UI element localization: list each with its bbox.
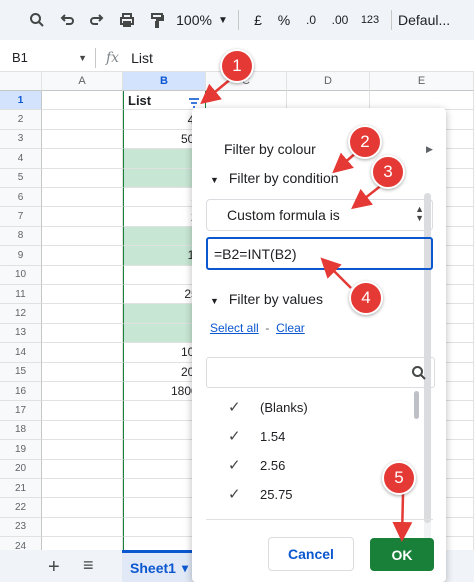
- annotation-arrows: [200, 77, 413, 542]
- annotation-arrow: [392, 493, 413, 542]
- annotation-arrow: [320, 257, 352, 289]
- annotation-badge: 4: [349, 281, 383, 315]
- annotation-badge: 3: [371, 155, 405, 189]
- annotation-badge: 1: [220, 49, 254, 83]
- annotation-badge: 5: [382, 461, 416, 495]
- annotation-badge: 2: [348, 125, 382, 159]
- annotation-arrow: [351, 183, 384, 210]
- annotation-arrow: [200, 77, 233, 105]
